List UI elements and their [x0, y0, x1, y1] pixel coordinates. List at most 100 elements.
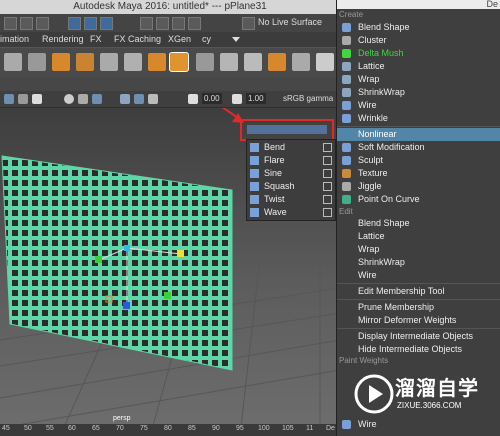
live-surface-label[interactable]: No Live Surface: [258, 17, 322, 27]
option-box-icon[interactable]: [323, 195, 332, 204]
menu-item-display-intermediate-objects[interactable]: Display Intermediate Objects: [337, 330, 500, 343]
submenu-item-label: Squash: [264, 181, 295, 191]
gamma-icon[interactable]: [232, 94, 242, 104]
select-component-icon[interactable]: [100, 17, 113, 30]
shelf-icon-2[interactable]: [28, 53, 46, 71]
manip-z-handle[interactable]: [95, 256, 102, 263]
submenu-item-twist[interactable]: Twist: [247, 193, 335, 206]
gamma-field[interactable]: 1.00: [246, 93, 266, 104]
time-ruler[interactable]: 45 50 55 60 65 70 75 80 85 90 95 100 105…: [0, 424, 340, 436]
tab-animation[interactable]: imation: [0, 34, 29, 44]
shelf-dropdown-icon[interactable]: [232, 37, 240, 42]
shelf-icon-3[interactable]: [52, 53, 70, 71]
menu-item-edit-wire[interactable]: Wire: [337, 269, 500, 282]
menu-item-wrap[interactable]: Wrap: [337, 73, 500, 86]
menu-item-texture[interactable]: Texture: [337, 167, 500, 180]
menu-item-point-on-curve[interactable]: Point On Curve: [337, 193, 500, 206]
menu-set-icon[interactable]: [4, 17, 17, 30]
menu-item-blend-shape[interactable]: Blend Shape: [337, 21, 500, 34]
menu-item-soft-modification[interactable]: Soft Modification: [337, 141, 500, 154]
watermark: 溜溜自学 ZIXUE.3066.COM: [352, 368, 498, 422]
tab-fx-caching[interactable]: FX Caching: [114, 34, 161, 44]
snap-curve-icon[interactable]: [156, 17, 169, 30]
menu-item-mirror-deformer-weights[interactable]: Mirror Deformer Weights: [337, 314, 500, 327]
deform-menu-header[interactable]: De: [337, 0, 500, 9]
menu-item-delta-mush[interactable]: Delta Mush: [337, 47, 500, 60]
ao-icon[interactable]: [134, 94, 144, 104]
tab-fx[interactable]: FX: [90, 34, 102, 44]
grid-icon[interactable]: [18, 94, 28, 104]
live-surface-icon[interactable]: [242, 17, 255, 30]
exposure-icon[interactable]: [188, 94, 198, 104]
soft-mod-icon: [342, 143, 351, 152]
menu-item-jiggle[interactable]: Jiggle: [337, 180, 500, 193]
textured-icon[interactable]: [92, 94, 102, 104]
shelf-icon-10[interactable]: [220, 53, 238, 71]
tab-rendering[interactable]: Rendering: [42, 34, 84, 44]
submenu-item-flare[interactable]: Flare: [247, 154, 335, 167]
colorspace-label[interactable]: sRGB gamma: [283, 93, 333, 104]
menu-item-nonlinear[interactable]: Nonlinear: [337, 128, 500, 141]
shelf-icon-12[interactable]: [268, 53, 286, 71]
menu-item-shrinkwrap[interactable]: ShrinkWrap: [337, 86, 500, 99]
menu-item-edit-shrinkwrap[interactable]: ShrinkWrap: [337, 256, 500, 269]
camera-icon[interactable]: [4, 94, 14, 104]
wireframe-icon[interactable]: [78, 94, 88, 104]
menu-item-edit-membership-tool[interactable]: Edit Membership Tool: [337, 285, 500, 298]
menu-item-edit-wrap[interactable]: Wrap: [337, 243, 500, 256]
manip-x-handle[interactable]: [177, 250, 184, 257]
shelf-icon-5[interactable]: [100, 53, 118, 71]
manip-plane-handle[interactable]: [164, 292, 171, 299]
shelf-icon-11[interactable]: [244, 53, 262, 71]
ruler-tick: 85: [188, 425, 196, 432]
isolate-icon[interactable]: [148, 94, 158, 104]
option-box-icon[interactable]: [323, 143, 332, 152]
menu-item-wrinkle[interactable]: Wrinkle: [337, 112, 500, 125]
light-icon[interactable]: [32, 94, 42, 104]
tab-custom[interactable]: cy: [202, 34, 211, 44]
plane-mesh[interactable]: [1, 155, 233, 371]
snap-point-icon[interactable]: [172, 17, 185, 30]
menu-item-wire[interactable]: Wire: [337, 99, 500, 112]
menu-item-label: Cluster: [358, 35, 387, 45]
option-box-icon[interactable]: [323, 182, 332, 191]
shelf-icon-13[interactable]: [292, 53, 310, 71]
shelf-icon-9[interactable]: [196, 53, 214, 71]
submenu-item-bend[interactable]: Bend: [247, 141, 335, 154]
select-object-icon[interactable]: [84, 17, 97, 30]
shelf-icon-1[interactable]: [4, 53, 22, 71]
new-scene-icon[interactable]: [20, 17, 33, 30]
option-box-icon[interactable]: [323, 208, 332, 217]
shelf-icon-6[interactable]: [124, 53, 142, 71]
submenu-tearoff-bar[interactable]: [247, 125, 327, 134]
manip-y-handle[interactable]: [123, 302, 130, 309]
menu-item-sculpt[interactable]: Sculpt: [337, 154, 500, 167]
exposure-field[interactable]: 0.00: [202, 93, 222, 104]
ruler-tick: 80: [164, 425, 172, 432]
shading-icon[interactable]: [64, 94, 74, 104]
menu-item-hide-intermediate-objects[interactable]: Hide Intermediate Objects: [337, 343, 500, 356]
ruler-tick: 65: [92, 425, 100, 432]
nonlinear-submenu: Bend Flare Sine Squash Twist Wave: [246, 139, 336, 221]
submenu-item-sine[interactable]: Sine: [247, 167, 335, 180]
shelf-icon-14[interactable]: [316, 53, 334, 71]
nonlinear-shelf-icon[interactable]: [169, 52, 189, 72]
menu-item-lattice[interactable]: Lattice: [337, 60, 500, 73]
snap-grid-icon[interactable]: [140, 17, 153, 30]
select-hierarchy-icon[interactable]: [68, 17, 81, 30]
submenu-item-squash[interactable]: Squash: [247, 180, 335, 193]
menu-item-edit-blend-shape[interactable]: Blend Shape: [337, 217, 500, 230]
menu-item-cluster[interactable]: Cluster: [337, 34, 500, 47]
shadow-icon[interactable]: [120, 94, 130, 104]
menu-item-edit-lattice[interactable]: Lattice: [337, 230, 500, 243]
shelf-icon-7[interactable]: [148, 53, 166, 71]
open-scene-icon[interactable]: [36, 17, 49, 30]
manip-center-handle[interactable]: [124, 245, 130, 251]
shelf-icon-4[interactable]: [76, 53, 94, 71]
option-box-icon[interactable]: [323, 156, 332, 165]
snap-plane-icon[interactable]: [188, 17, 201, 30]
menu-item-prune-membership[interactable]: Prune Membership: [337, 301, 500, 314]
tab-xgen[interactable]: XGen: [168, 34, 191, 44]
submenu-item-wave[interactable]: Wave: [247, 206, 335, 219]
option-box-icon[interactable]: [323, 169, 332, 178]
